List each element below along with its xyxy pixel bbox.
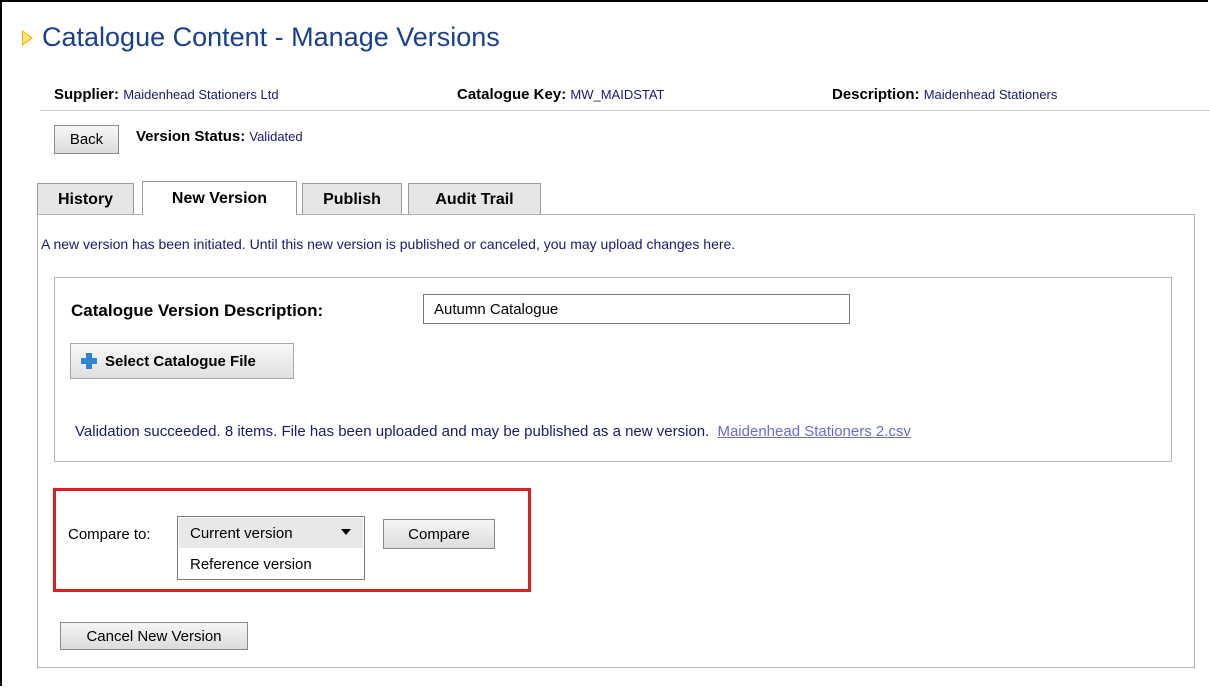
version-status-label: Version Status:: [136, 128, 246, 145]
page-title: Catalogue Content - Manage Versions: [42, 22, 500, 52]
title-arrow-icon: [22, 29, 33, 46]
compare-to-label: Compare to:: [68, 526, 151, 543]
cancel-new-version-button[interactable]: Cancel New Version: [60, 622, 248, 650]
plus-icon: [81, 353, 97, 369]
dropdown-option-reference[interactable]: Reference version: [190, 556, 312, 573]
back-button[interactable]: Back: [54, 125, 119, 154]
version-status: Version Status: Validated: [136, 128, 303, 145]
catalogue-key-value: MW_MAIDSTAT: [570, 87, 665, 102]
catalogue-key-label: Catalogue Key:: [457, 86, 567, 103]
version-status-value: Validated: [249, 129, 303, 144]
compare-version-dropdown[interactable]: Current version Reference version: [177, 516, 365, 580]
select-catalogue-file-label: Select Catalogue File: [105, 352, 256, 370]
intro-text: A new version has been initiated. Until …: [41, 236, 736, 252]
tab-history[interactable]: History: [37, 183, 134, 215]
supplier-info: Supplier: Maidenhead Stationers Ltd: [54, 86, 279, 103]
version-description-label: Catalogue Version Description:: [71, 301, 324, 320]
description-info: Description: Maidenhead Stationers: [832, 86, 1057, 103]
tab-publish[interactable]: Publish: [302, 183, 402, 215]
compare-button[interactable]: Compare: [383, 519, 495, 549]
validation-text: Validation succeeded. 8 items. File has …: [75, 423, 710, 440]
uploaded-file-link[interactable]: Maidenhead Stationers 2.csv: [717, 423, 910, 440]
divider: [40, 110, 1210, 111]
dropdown-selected-label: Current version: [190, 524, 293, 542]
tab-new-version[interactable]: New Version: [142, 181, 297, 215]
dropdown-arrow-icon: [341, 529, 351, 535]
description-value: Maidenhead Stationers: [923, 87, 1058, 102]
validation-message: Validation succeeded. 8 items. File has …: [75, 423, 911, 440]
title-row: Catalogue Content - Manage Versions: [22, 22, 500, 53]
description-label: Description:: [832, 86, 920, 103]
supplier-value: Maidenhead Stationers Ltd: [123, 87, 279, 102]
dropdown-option-current[interactable]: Current version: [179, 518, 363, 548]
supplier-label: Supplier:: [54, 86, 120, 103]
version-description-input[interactable]: [423, 294, 850, 324]
tab-audit-trail[interactable]: Audit Trail: [408, 183, 541, 215]
select-catalogue-file-button[interactable]: Select Catalogue File: [70, 343, 294, 379]
catalogue-key-info: Catalogue Key: MW_MAIDSTAT: [457, 86, 665, 103]
